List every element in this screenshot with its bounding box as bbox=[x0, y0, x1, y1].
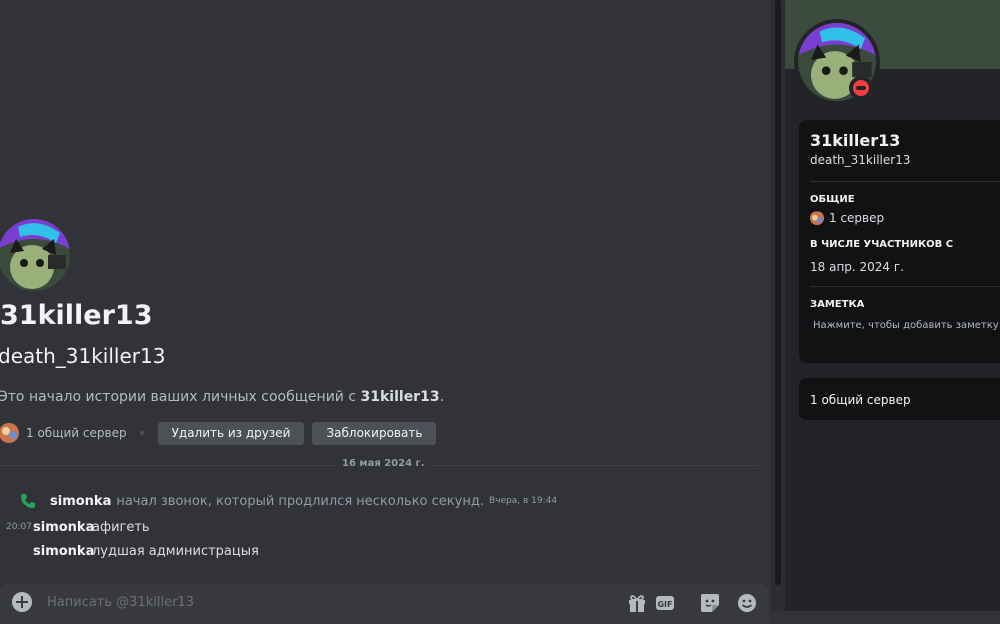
member-since-heading: В ЧИСЛЕ УЧАСТНИКОВ С bbox=[810, 239, 954, 250]
history-text-prefix: Это начало истории ваших личных сообщени… bbox=[0, 389, 361, 405]
mutual-servers-card[interactable]: 1 общий сервер bbox=[799, 378, 1000, 420]
message-timestamp: 20:07 bbox=[6, 522, 32, 532]
separator-dot bbox=[139, 431, 144, 435]
message-author[interactable]: simonka bbox=[33, 544, 94, 559]
profile-username: death_31killer13 bbox=[810, 153, 911, 167]
profile-card: 31killer13 death_31killer13 ОБЩИЕ 1 серв… bbox=[799, 120, 1000, 363]
call-text: начал звонок, который продлился нескольк… bbox=[116, 493, 484, 509]
note-heading: ЗАМЕТКА bbox=[810, 299, 865, 310]
call-author[interactable]: simonka bbox=[50, 494, 111, 509]
message-text: афигеть bbox=[92, 519, 150, 535]
member-since-date: 18 апр. 2024 г. bbox=[810, 260, 905, 274]
message-text: лудшая администрацыя bbox=[92, 543, 259, 559]
profile-divider bbox=[810, 181, 1000, 182]
profile-panel: 31killer13 death_31killer13 ОБЩИЕ 1 серв… bbox=[785, 0, 1000, 611]
block-button[interactable]: Заблокировать bbox=[312, 421, 437, 445]
history-text-name: 31killer13 bbox=[360, 389, 440, 405]
date-divider-label: 16 мая 2024 г. bbox=[336, 458, 431, 469]
remove-friend-button[interactable]: Удалить из друзей bbox=[157, 421, 305, 445]
sticker-icon[interactable] bbox=[700, 593, 720, 613]
emoji-icon[interactable] bbox=[737, 593, 757, 613]
message-input[interactable] bbox=[47, 592, 607, 612]
chat-scrollbar[interactable] bbox=[771, 0, 785, 611]
history-text-suffix: . bbox=[439, 389, 445, 405]
dnd-status-icon bbox=[853, 80, 869, 96]
note-input[interactable]: Нажмите, чтобы добавить заметку bbox=[813, 320, 999, 331]
user-avatar[interactable] bbox=[0, 219, 70, 291]
server-icon bbox=[810, 211, 824, 225]
intro-display-name: 31killer13 bbox=[0, 300, 153, 331]
message-composer: GIF bbox=[0, 584, 769, 624]
chat-area: 31killer13 death_31killer13 Это начало и… bbox=[0, 0, 771, 624]
profile-mutual-servers-label: 1 сервер bbox=[829, 211, 885, 225]
mutual-servers-link[interactable]: 1 общий сервер bbox=[26, 426, 127, 440]
intro-actions: 1 общий сервер Удалить из друзей Заблоки… bbox=[0, 421, 444, 445]
profile-divider bbox=[810, 286, 1000, 287]
intro-history-text: Это начало истории ваших личных сообщени… bbox=[0, 389, 444, 405]
profile-display-name: 31killer13 bbox=[810, 131, 901, 150]
mutual-servers-card-label: 1 общий сервер bbox=[810, 393, 911, 407]
gif-icon[interactable]: GIF bbox=[655, 593, 675, 613]
gift-icon[interactable] bbox=[627, 593, 647, 613]
mutual-heading: ОБЩИЕ bbox=[810, 194, 855, 205]
scrollbar-thumb[interactable] bbox=[775, 0, 781, 585]
plus-icon[interactable] bbox=[12, 592, 32, 612]
call-message: simonka начал звонок, который продлился … bbox=[20, 491, 557, 511]
profile-mutual-servers[interactable]: 1 сервер bbox=[810, 211, 884, 225]
server-icon[interactable] bbox=[0, 423, 19, 443]
message-author[interactable]: simonka bbox=[33, 520, 94, 535]
gif-label: GIF bbox=[657, 600, 672, 609]
call-timestamp: Вчера, в 19:44 bbox=[488, 496, 558, 506]
phone-icon bbox=[21, 494, 35, 508]
intro-username: death_31killer13 bbox=[0, 344, 166, 368]
